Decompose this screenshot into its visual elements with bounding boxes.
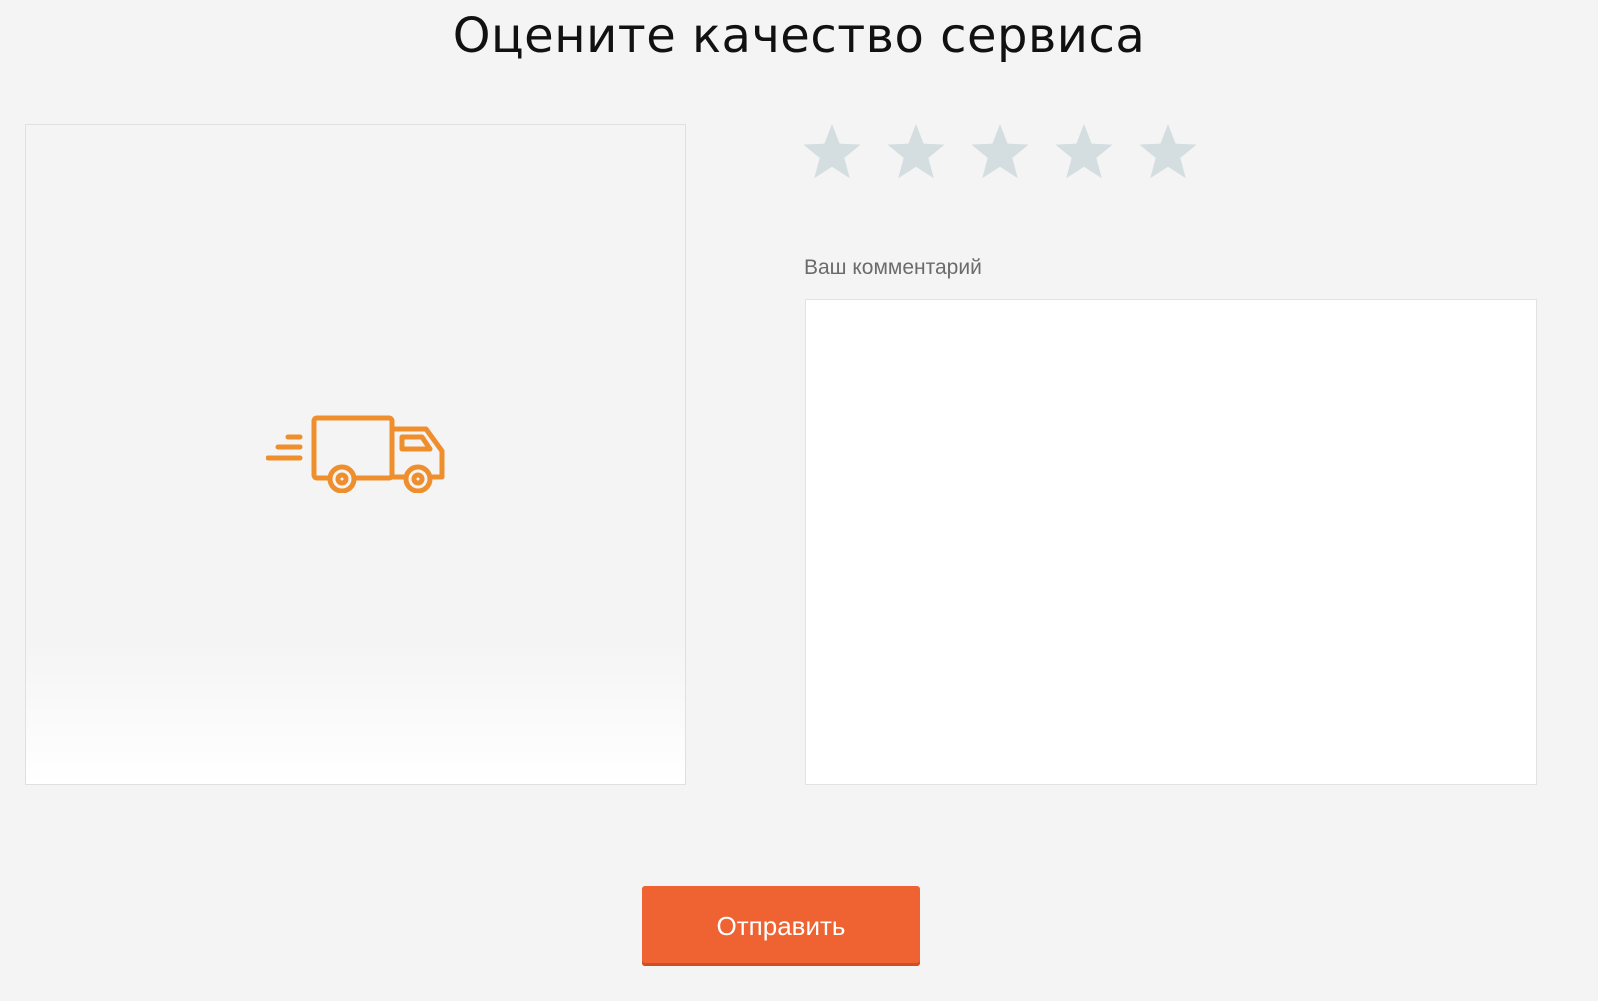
- star-1-icon[interactable]: [801, 122, 863, 184]
- star-5-icon[interactable]: [1137, 122, 1199, 184]
- service-image-panel: [25, 124, 686, 785]
- rating-form-page: Оцените качество сервиса Ваш комментарий…: [0, 0, 1598, 1001]
- submit-button[interactable]: Отправить: [642, 886, 920, 966]
- comment-label: Ваш комментарий: [804, 256, 982, 279]
- star-4-icon[interactable]: [1053, 122, 1115, 184]
- star-2-icon[interactable]: [885, 122, 947, 184]
- star-rating: [801, 122, 1199, 186]
- delivery-truck-icon: [266, 415, 445, 493]
- star-3-icon[interactable]: [969, 122, 1031, 184]
- page-title: Оцените качество сервиса: [452, 8, 1146, 64]
- comment-textarea[interactable]: [805, 299, 1537, 785]
